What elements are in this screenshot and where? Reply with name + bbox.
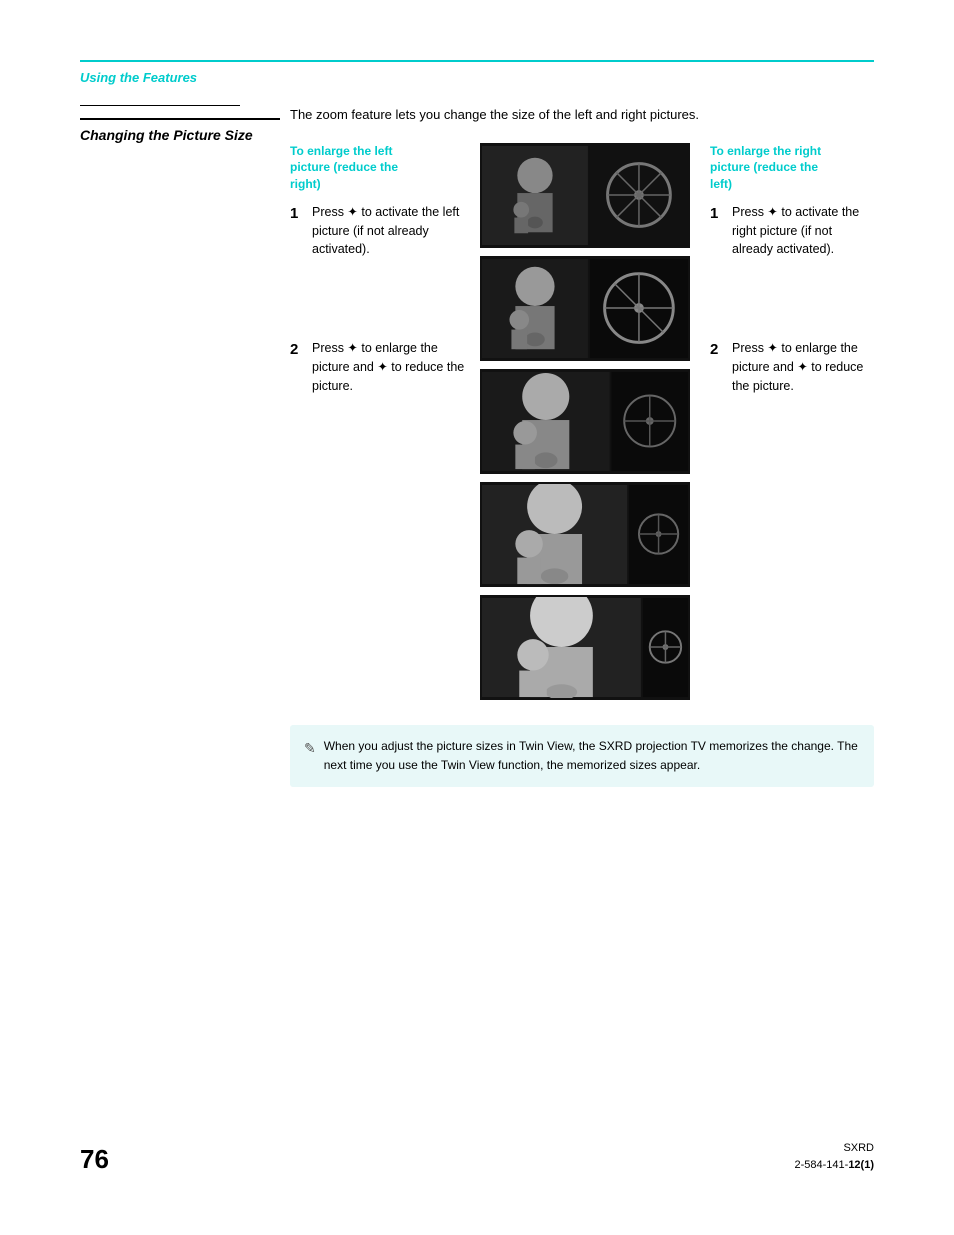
left-instructions: To enlarge the left picture (reduce the … (290, 143, 475, 406)
note-box: ✎ When you adjust the picture sizes in T… (290, 725, 874, 787)
section-label: Using the Features (80, 70, 874, 85)
left-col-heading: To enlarge the left picture (reduce the … (290, 143, 475, 193)
right-column: The zoom feature lets you change the siz… (280, 105, 874, 787)
section-title: Changing the Picture Size (80, 118, 280, 146)
right-step2-text: Press ✦ to enlarge the picture and ✦ to … (732, 339, 874, 395)
right-instructions: To enlarge the right picture (reduce the… (695, 143, 874, 406)
note-text: When you adjust the picture sizes in Twi… (324, 737, 860, 775)
right-step1-number: 1 (710, 203, 726, 259)
page-number: 76 (80, 1144, 109, 1175)
image-1 (480, 143, 690, 248)
right-step1-text: Press ✦ to activate the right picture (i… (732, 203, 874, 259)
right-step-2: 2 Press ✦ to enlarge the picture and ✦ t… (710, 339, 874, 395)
right-col-heading: To enlarge the right picture (reduce the… (710, 143, 874, 193)
right-step-1: 1 Press ✦ to activate the right picture … (710, 203, 874, 259)
intro-text: The zoom feature lets you change the siz… (290, 105, 874, 125)
note-icon: ✎ (304, 737, 316, 775)
footer-part-bold: 12(1) (848, 1159, 874, 1171)
images-column (480, 143, 695, 700)
left-step-2: 2 Press ✦ to enlarge the picture and ✦ t… (290, 339, 475, 395)
left-step2-text: Press ✦ to enlarge the picture and ✦ to … (312, 339, 475, 395)
right-step2-number: 2 (710, 339, 726, 395)
footer-part-number: 2-584-141- (794, 1159, 848, 1171)
footer-info: SXRD 2-584-141-12(1) (794, 1140, 874, 1175)
content-area: Changing the Picture Size The zoom featu… (80, 105, 874, 787)
page-container: Using the Features Changing the Picture … (0, 0, 954, 1235)
image-1-svg (482, 145, 688, 246)
image-4-svg (482, 484, 688, 585)
image-3 (480, 369, 690, 474)
image-5-svg (482, 597, 688, 698)
image-2 (480, 256, 690, 361)
image-4 (480, 482, 690, 587)
footer-product: SXRD (794, 1140, 874, 1158)
image-2-svg (482, 258, 688, 359)
left-step-1: 1 Press ✦ to activate the left picture (… (290, 203, 475, 259)
section-title-divider (80, 105, 240, 106)
left-column: Changing the Picture Size (80, 105, 280, 787)
footer-part: 2-584-141-12(1) (794, 1157, 874, 1175)
image-5 (480, 595, 690, 700)
top-rule (80, 60, 874, 62)
left-step2-number: 2 (290, 339, 306, 395)
left-step1-number: 1 (290, 203, 306, 259)
left-step1-text: Press ✦ to activate the left picture (if… (312, 203, 475, 259)
image-3-svg (482, 371, 688, 472)
